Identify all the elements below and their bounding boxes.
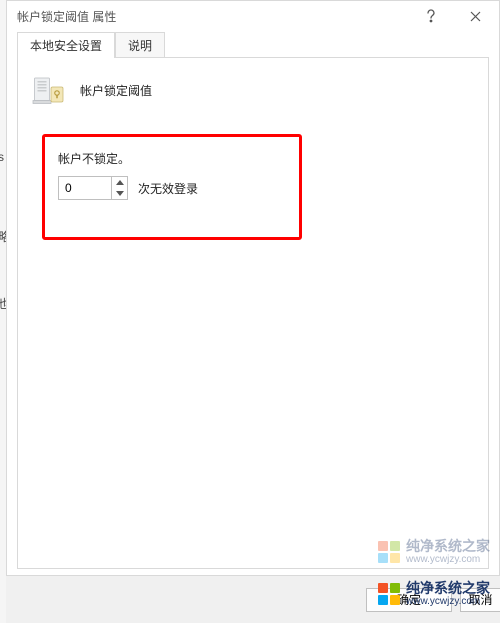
policy-status-label: 帐户不锁定。 (58, 150, 130, 167)
chevron-down-icon (116, 191, 124, 196)
watermark: 纯净系统之家 www.ycwjzy.com (378, 577, 490, 611)
watermark-url: www.ycwjzy.com (406, 596, 490, 607)
watermark-url: www.ycwjzy.com (406, 554, 490, 565)
threshold-unit-label: 次无效登录 (138, 180, 198, 197)
windows-logo-icon (378, 583, 400, 605)
tab-bar: 本地安全设置 说明 (7, 31, 499, 57)
help-button[interactable] (409, 2, 453, 30)
policy-icon (30, 72, 66, 108)
help-icon (425, 9, 437, 23)
tab-description[interactable]: 说明 (115, 32, 165, 58)
spinner-buttons (111, 177, 127, 199)
watermark: 纯净系统之家 www.ycwjzy.com (378, 535, 490, 569)
dialog-window: 帐户锁定阈值 属性 本地安全设置 说明 (6, 0, 500, 610)
policy-heading-text: 帐户锁定阈值 (80, 82, 152, 99)
threshold-control: 次无效登录 (58, 176, 198, 200)
tab-local-security[interactable]: 本地安全设置 (17, 32, 115, 58)
threshold-input[interactable] (59, 177, 111, 199)
bg-hint: s (0, 150, 4, 164)
window-title: 帐户锁定阈值 属性 (17, 8, 409, 25)
threshold-spinner (58, 176, 128, 200)
spinner-up[interactable] (112, 177, 127, 188)
watermark-name: 纯净系统之家 (406, 581, 490, 596)
chevron-up-icon (116, 180, 124, 185)
titlebar: 帐户锁定阈值 属性 (7, 1, 499, 31)
close-icon (470, 11, 481, 22)
policy-heading: 帐户锁定阈值 (18, 58, 488, 112)
tab-pane: 帐户锁定阈值 帐户不锁定。 次无效登录 (17, 57, 489, 569)
windows-logo-icon (378, 541, 400, 563)
watermark-name: 纯净系统之家 (406, 539, 490, 554)
spinner-down[interactable] (112, 188, 127, 199)
close-button[interactable] (453, 2, 497, 30)
